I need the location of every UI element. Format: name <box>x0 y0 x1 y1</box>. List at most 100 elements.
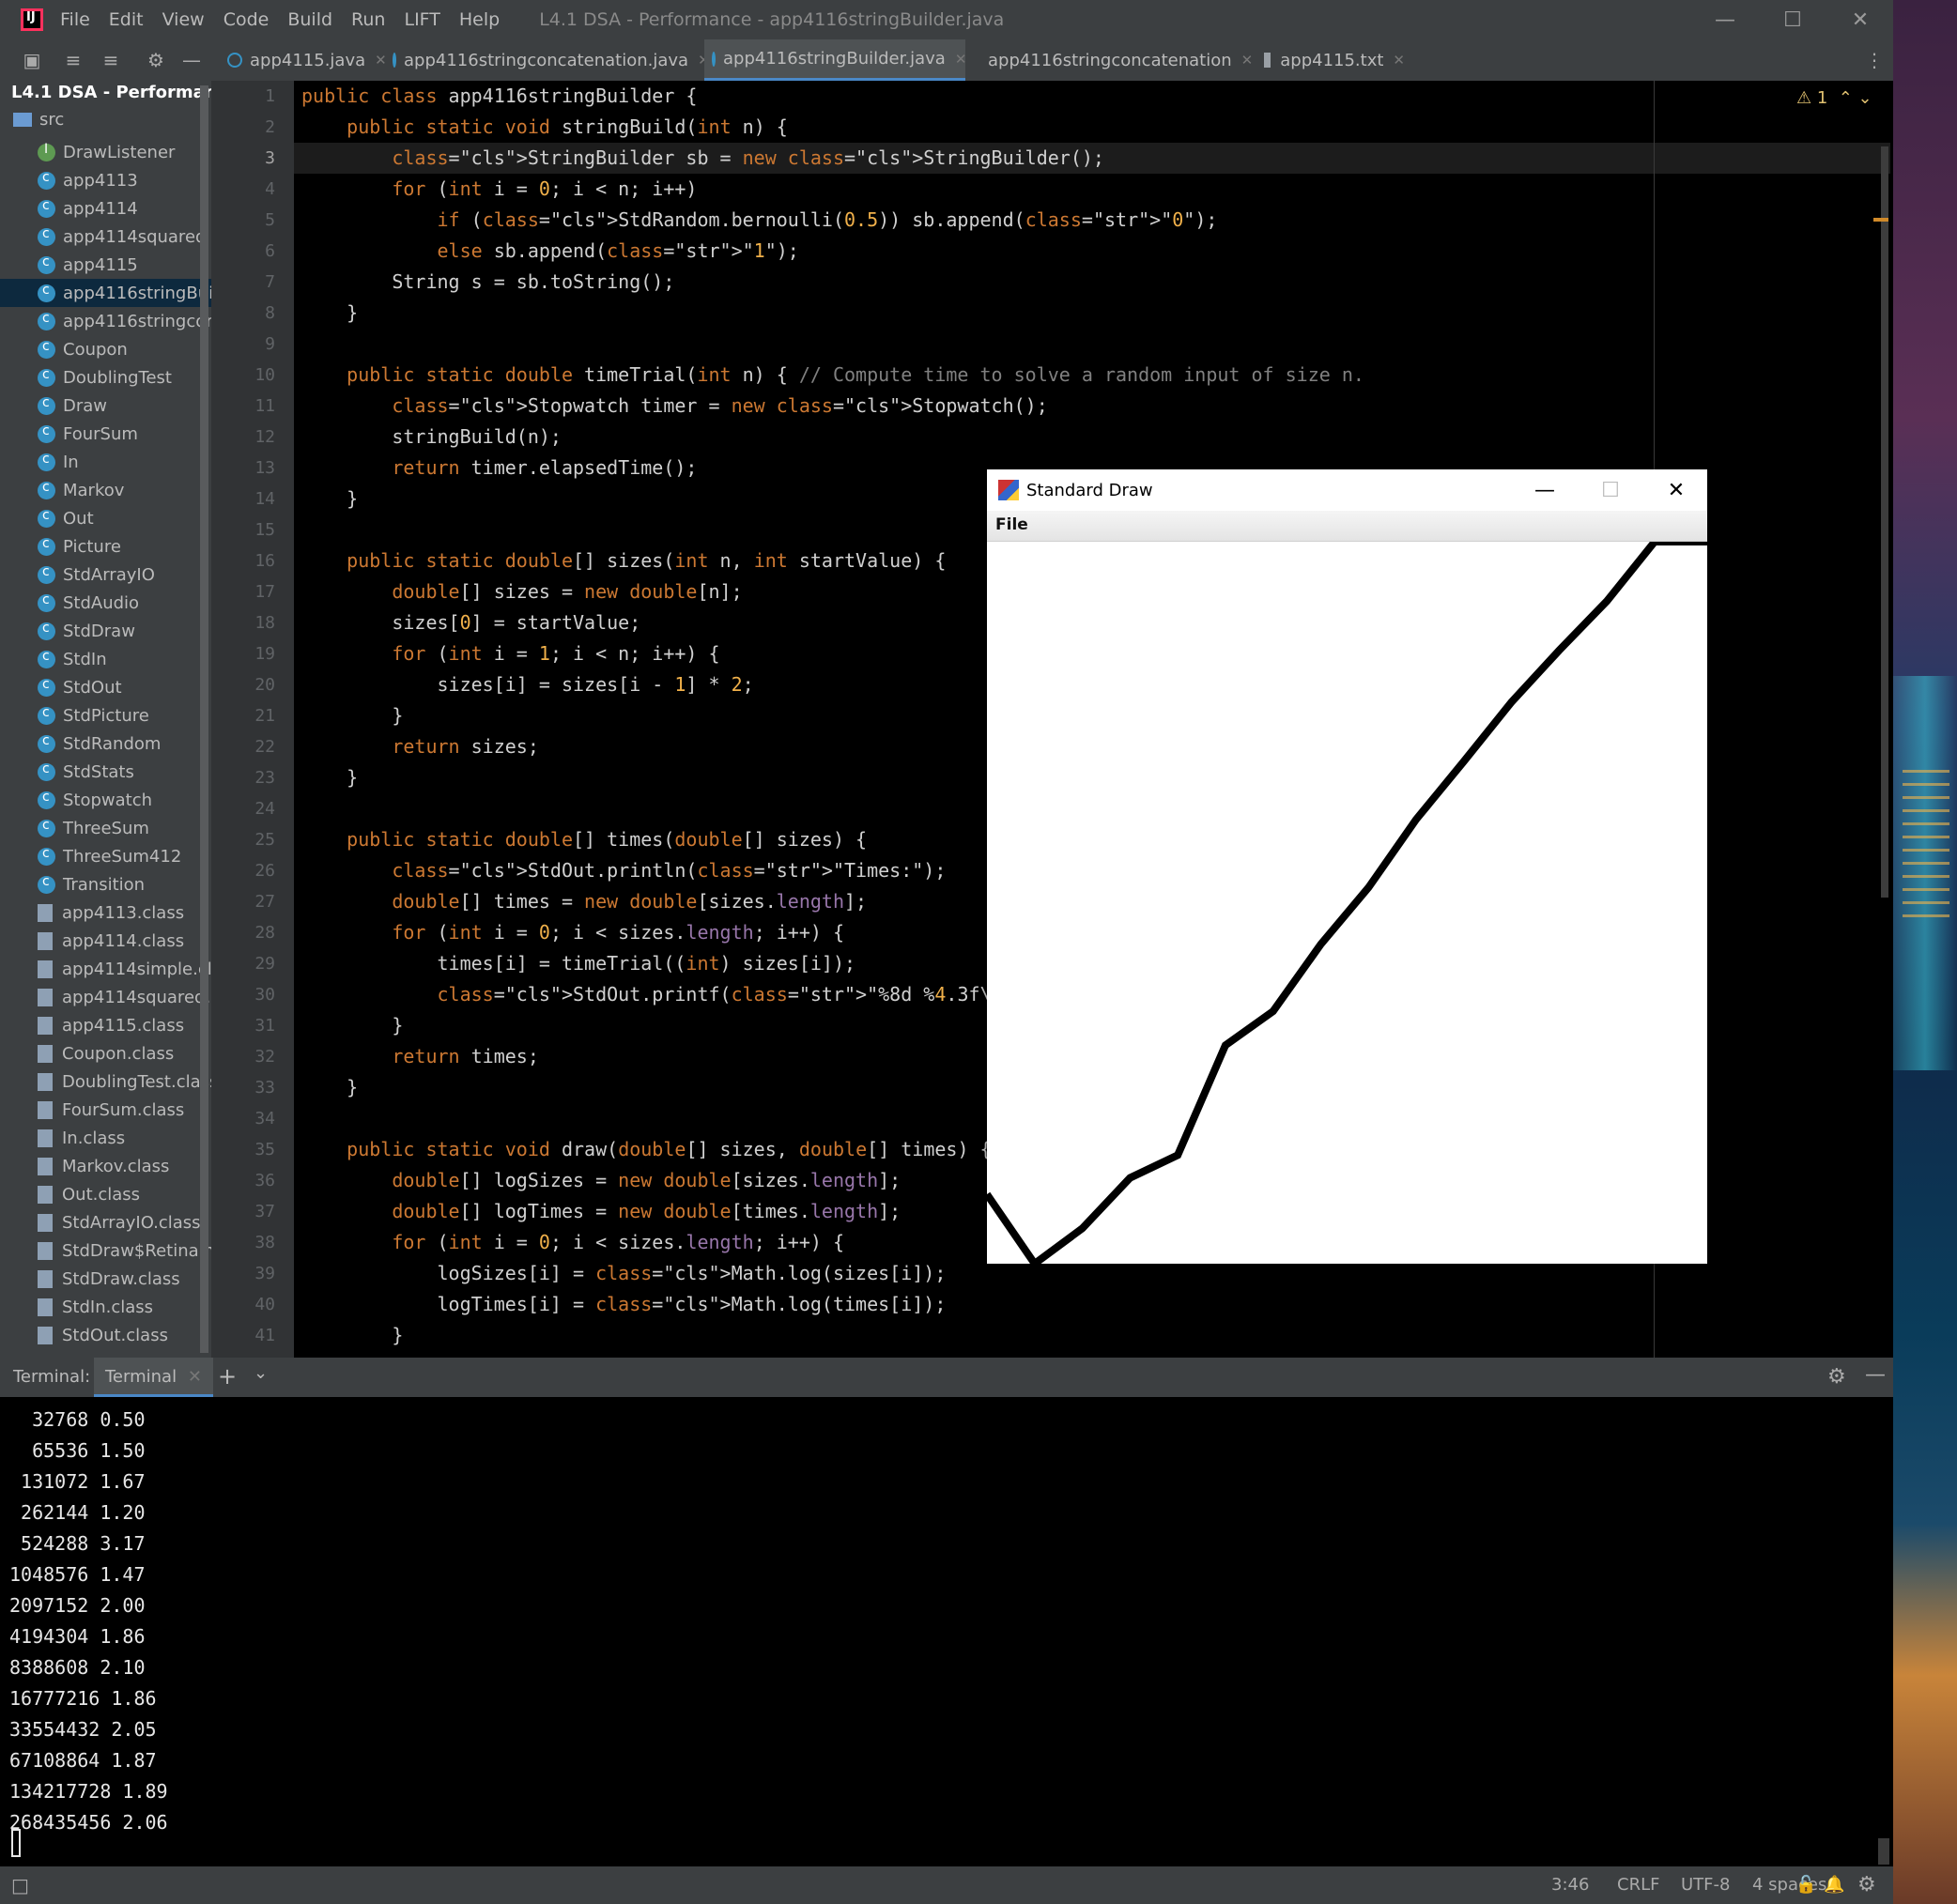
tree-item[interactable]: Transition <box>38 870 211 898</box>
menu-build[interactable]: Build <box>287 9 332 30</box>
close-terminal-tab-icon[interactable]: ✕ <box>188 1367 202 1387</box>
tree-item[interactable]: app4113.class <box>38 898 211 927</box>
tree-item[interactable]: FourSum.class <box>38 1096 211 1124</box>
menu-lift[interactable]: LIFT <box>404 9 439 30</box>
warning-indicator[interactable]: ⚠ 1 ⌃ ⌄ <box>1796 88 1872 108</box>
tree-item[interactable]: StdOut <box>38 673 211 701</box>
tree-item[interactable]: app4115 <box>38 251 211 279</box>
tree-item[interactable]: StdPicture <box>38 701 211 729</box>
tab-app4116stringbuilder-java[interactable]: app4116stringBuilder.java ✕ <box>704 39 967 81</box>
tree-item[interactable]: Picture <box>38 532 211 560</box>
menu-help[interactable]: Help <box>459 9 500 30</box>
tree-item[interactable]: Coupon.class <box>38 1039 211 1067</box>
code-line: public class app4116stringBuilder { <box>301 84 698 107</box>
tree-item[interactable]: StdDraw.class <box>38 1265 211 1293</box>
tree-item[interactable]: DoublingTest.class <box>38 1067 211 1096</box>
tree-item[interactable]: In <box>38 448 211 476</box>
tree-item[interactable]: StdRandom <box>38 729 211 758</box>
settings-gear-icon[interactable]: ⚙ <box>1857 1866 1876 1904</box>
gear-icon[interactable]: ⚙ <box>145 49 167 71</box>
close-tab-icon[interactable]: ✕ <box>1393 52 1405 69</box>
menu-view[interactable]: View <box>162 9 205 30</box>
tree-item[interactable]: StdAudio <box>38 589 211 617</box>
tree-item[interactable]: Markov.class <box>38 1152 211 1180</box>
hide-terminal-icon[interactable]: — <box>1865 1363 1886 1387</box>
sidebar-scrollbar[interactable] <box>200 85 208 1353</box>
tree-item[interactable]: app4114.class <box>38 927 211 955</box>
close-tab-icon[interactable]: ✕ <box>1241 52 1254 69</box>
tree-item[interactable]: StdDraw$RetinaIma <box>38 1236 211 1265</box>
tree-item[interactable]: StdIn <box>38 645 211 673</box>
sd-menu-file[interactable]: File <box>995 515 1028 534</box>
tree-item[interactable]: StdArrayIO <box>38 560 211 589</box>
line-separator[interactable]: CRLF <box>1617 1866 1659 1904</box>
hide-panel-icon[interactable]: — <box>180 49 203 71</box>
tree-item[interactable]: Out <box>38 504 211 532</box>
tree-item[interactable]: StdDraw <box>38 617 211 645</box>
menu-edit[interactable]: Edit <box>109 9 144 30</box>
tree-item[interactable]: app4114 <box>38 194 211 223</box>
project-root[interactable]: L4.1 DSA - Performance <box>11 83 211 102</box>
tree-item[interactable]: Stopwatch <box>38 786 211 814</box>
sd-minimize-button[interactable]: — <box>1513 469 1577 511</box>
terminal-dropdown-icon[interactable]: ⌄ <box>254 1363 268 1383</box>
tree-item[interactable]: Markov <box>38 476 211 504</box>
terminal-tab[interactable]: Terminal ✕ <box>94 1358 213 1397</box>
minimize-button[interactable]: — <box>1692 0 1758 39</box>
menu-file[interactable]: File <box>60 9 90 30</box>
tree-item[interactable]: app4116stringBuilde <box>0 279 211 307</box>
line-number: 3 <box>265 148 275 168</box>
tab-app4115-txt[interactable]: app4115.txt ✕ <box>1264 39 1405 81</box>
tree-item[interactable]: app4114squared <box>38 223 211 251</box>
tree-item[interactable]: StdArrayIO.class <box>38 1208 211 1236</box>
project-view-icon[interactable]: ▣ <box>21 49 43 71</box>
tree-item[interactable]: DrawListener <box>38 138 211 166</box>
tree-item[interactable]: StdStats <box>38 758 211 786</box>
new-terminal-icon[interactable]: + <box>218 1363 237 1390</box>
sd-close-button[interactable]: ✕ <box>1644 469 1708 511</box>
tree-item[interactable]: StdOut.class <box>38 1321 211 1349</box>
close-tab-icon[interactable]: ✕ <box>375 52 387 69</box>
menu-run[interactable]: Run <box>351 9 385 30</box>
src-folder[interactable]: src <box>13 110 64 130</box>
close-button[interactable]: ✕ <box>1827 0 1893 39</box>
tree-item[interactable]: Draw <box>38 392 211 420</box>
terminal-settings-icon[interactable]: ⚙ <box>1827 1365 1846 1389</box>
expand-all-icon[interactable]: ≡ <box>62 49 85 71</box>
tree-item[interactable]: DoublingTest <box>38 363 211 392</box>
tree-item[interactable]: app4114simple.class <box>38 955 211 983</box>
tree-item[interactable]: app4115.class <box>38 1011 211 1039</box>
tab-app4115-java[interactable]: app4115.java ✕ <box>223 39 387 81</box>
tree-item[interactable]: app4116stringconca <box>38 307 211 335</box>
tree-item[interactable]: app4114squared.cla <box>38 983 211 1011</box>
maximize-button[interactable]: ☐ <box>1760 0 1826 39</box>
tree-item[interactable]: app4113 <box>38 166 211 194</box>
close-tab-icon[interactable]: ✕ <box>955 51 967 68</box>
lock-icon[interactable]: 🔓 <box>1795 1866 1816 1904</box>
sd-maximize-button[interactable]: ☐ <box>1579 469 1642 511</box>
tree-item-label: Out.class <box>62 1184 141 1205</box>
editor-scrollbar[interactable] <box>1881 146 1888 898</box>
file-encoding[interactable]: UTF-8 <box>1681 1866 1730 1904</box>
more-tabs-icon[interactable]: ⋮ <box>1863 49 1886 71</box>
terminal-scrollbar[interactable] <box>1878 1838 1889 1865</box>
toggle-tool-windows-icon[interactable]: □ <box>11 1866 29 1904</box>
tree-item[interactable]: ThreeSum <box>38 814 211 842</box>
collapse-all-icon[interactable]: ≡ <box>100 49 122 71</box>
caret-position[interactable]: 3:46 <box>1551 1866 1589 1904</box>
notifications-icon[interactable]: 🔔 <box>1824 1866 1844 1904</box>
tree-item[interactable]: ThreeSum412 <box>38 842 211 870</box>
tree-item-label: FourSum <box>63 423 138 444</box>
tab-app4116stringconcatenation-java[interactable]: app4116stringconcatenation.java ✕ <box>393 39 710 81</box>
tab-app4116stringconcatenation-file[interactable]: app4116stringconcatenation ✕ <box>978 39 1254 81</box>
menu-code[interactable]: Code <box>223 9 270 30</box>
tree-item[interactable]: Out.class <box>38 1180 211 1208</box>
tree-item[interactable]: StdIn.class <box>38 1293 211 1321</box>
warning-marker[interactable] <box>1873 218 1888 222</box>
tree-item[interactable]: Coupon <box>38 335 211 363</box>
tree-item[interactable]: In.class <box>38 1124 211 1152</box>
class-icon <box>38 649 55 668</box>
tree-item[interactable]: FourSum <box>38 420 211 448</box>
line-number: 12 <box>254 427 275 447</box>
terminal-output[interactable]: 32768 0.50 65536 1.50 131072 1.67 262144… <box>0 1397 1893 1866</box>
